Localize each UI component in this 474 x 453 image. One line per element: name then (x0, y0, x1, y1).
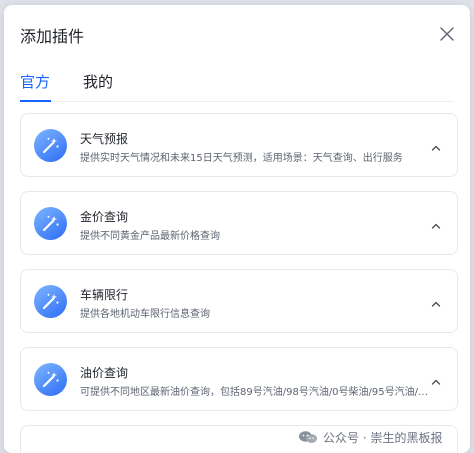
chevron-up-icon[interactable] (430, 217, 442, 229)
chevron-up-icon[interactable] (430, 139, 442, 151)
close-icon[interactable] (438, 25, 456, 43)
chevron-up-icon[interactable] (430, 295, 442, 307)
plugin-description: 提供不同黄金产品最新价格查询 (80, 231, 220, 242)
plugin-card-weather[interactable]: 天气预报 提供实时天气情况和未来15日天气预测，适用场景：天气查询、出行服务 (20, 113, 458, 177)
magic-wand-icon (34, 207, 67, 240)
watermark-text: 公众号 · 崇生的黑板报 (323, 431, 443, 445)
plugin-card-vehicle-restriction[interactable]: 车辆限行 提供各地机动车限行信息查询 (20, 269, 458, 333)
tab-mine-label: 我的 (83, 73, 114, 91)
add-plugin-dialog: 添加插件 官方 我的 天气预报 提供实时天气情况和未来15日天气预测，适用场景：… (4, 5, 470, 453)
magic-wand-icon (34, 363, 67, 396)
plugin-name: 天气预报 (80, 132, 129, 146)
plugin-name: 车辆限行 (80, 288, 129, 302)
wechat-icon (299, 431, 317, 443)
plugin-name: 油价查询 (80, 366, 129, 380)
active-tab-indicator (20, 100, 51, 102)
tab-mine[interactable]: 我的 (83, 71, 113, 92)
magic-wand-icon (34, 129, 67, 162)
plugin-card-gold-price[interactable]: 金价查询 提供不同黄金产品最新价格查询 (20, 191, 458, 255)
chevron-up-icon[interactable] (430, 373, 442, 385)
plugin-description: 提供实时天气情况和未来15日天气预测，适用场景：天气查询、出行服务 (80, 153, 403, 164)
tab-official[interactable]: 官方 (20, 71, 50, 92)
magic-wand-icon (34, 285, 67, 318)
plugin-description: 提供各地机动车限行信息查询 (80, 309, 210, 320)
plugin-description: 可提供不同地区最新油价查询，包括89号汽油/98号汽油/0号柴油/95号汽油/9… (80, 387, 430, 398)
plugin-name: 金价查询 (80, 210, 129, 224)
plugin-card-oil-price[interactable]: 油价查询 可提供不同地区最新油价查询，包括89号汽油/98号汽油/0号柴油/95… (20, 347, 458, 411)
tab-official-label: 官方 (20, 73, 51, 91)
tab-bar: 官方 我的 (20, 71, 454, 102)
dialog-title: 添加插件 (20, 27, 85, 46)
